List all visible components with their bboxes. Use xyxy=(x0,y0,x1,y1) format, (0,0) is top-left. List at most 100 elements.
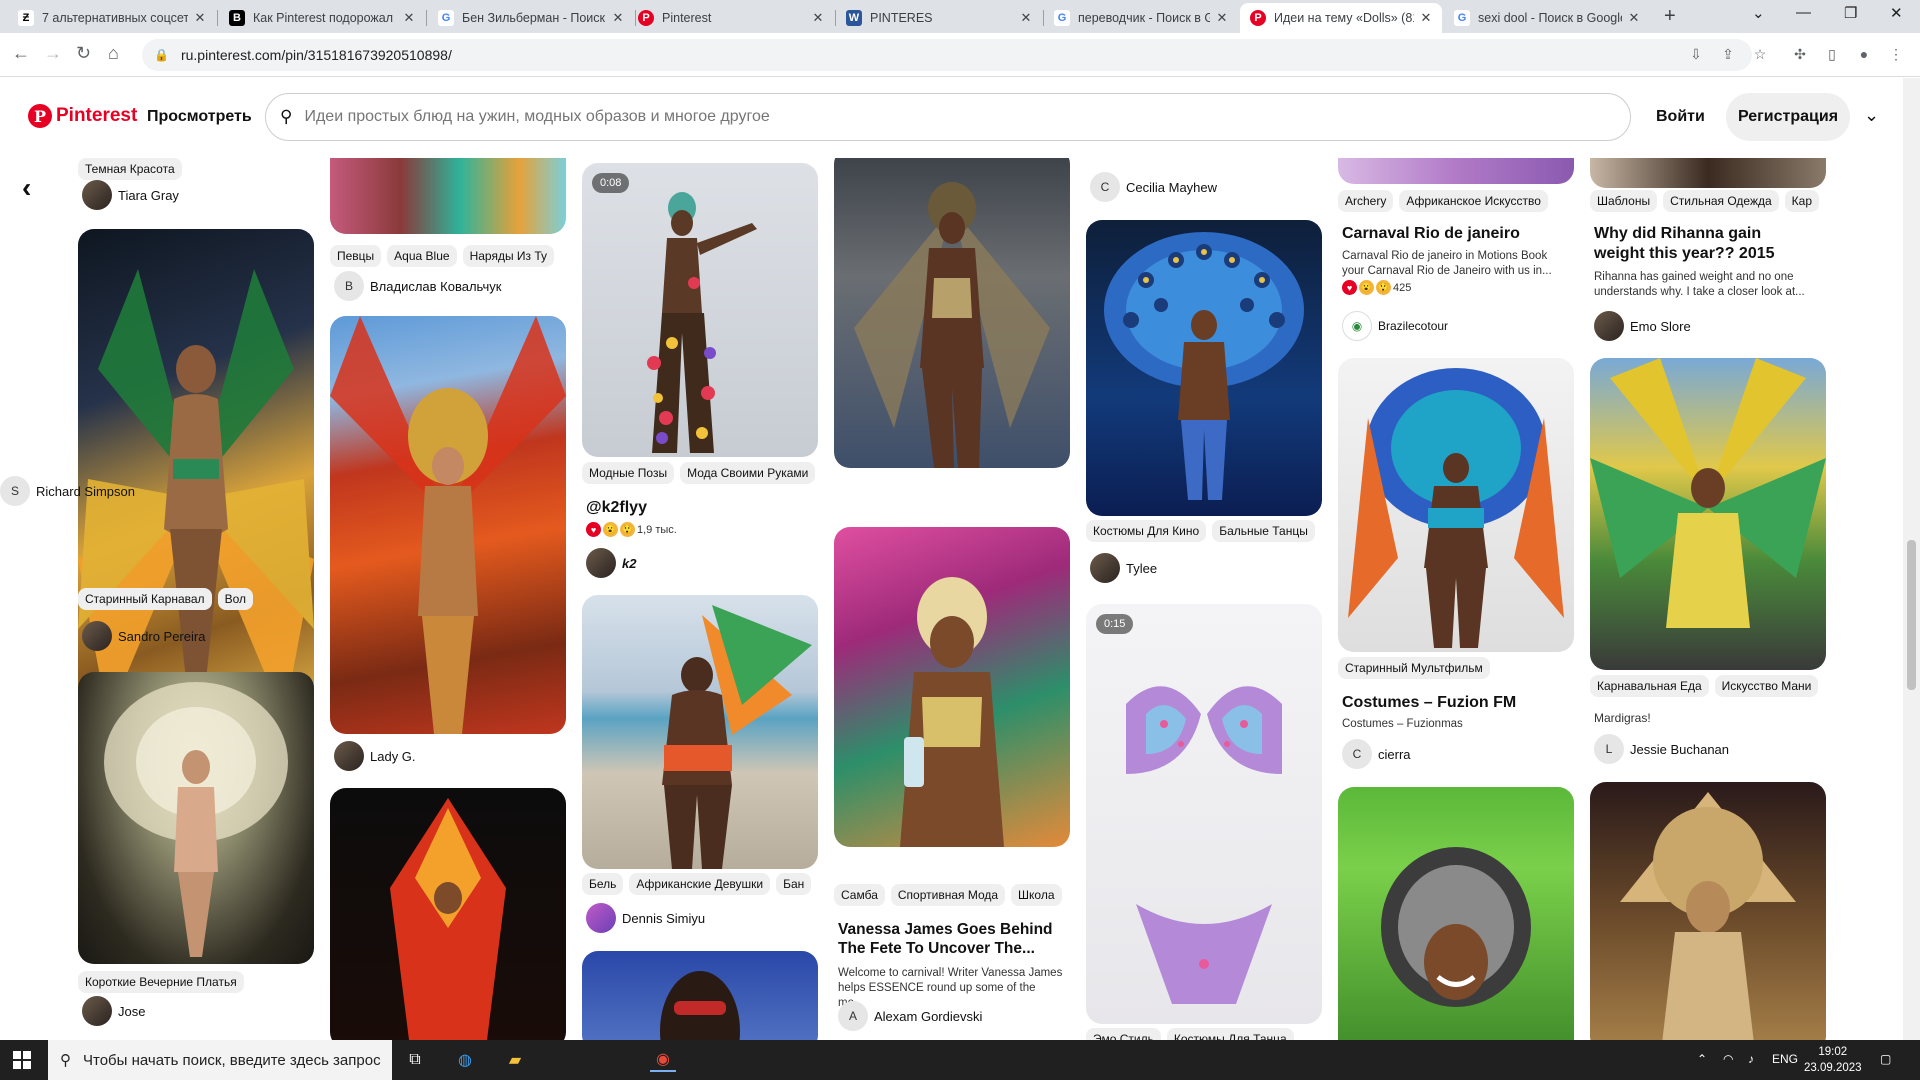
pin-image[interactable] xyxy=(834,158,1070,468)
window-close-icon[interactable]: ✕ xyxy=(1890,4,1903,22)
notification-icon[interactable]: ▢ xyxy=(1880,1052,1891,1066)
pin-author[interactable]: k2 xyxy=(586,548,636,578)
tag-chip[interactable]: Самба xyxy=(834,884,885,906)
reload-icon[interactable]: ↻ xyxy=(76,43,91,64)
browser-tab[interactable]: W PINTERES ✕ xyxy=(836,3,1042,33)
pin-image[interactable] xyxy=(1086,220,1322,516)
pin-image[interactable]: 0:08 xyxy=(582,163,818,457)
profile-avatar-icon[interactable]: ● xyxy=(1856,46,1872,62)
tag-chip[interactable]: Archery xyxy=(1338,190,1394,212)
scrollbar-thumb[interactable] xyxy=(1907,540,1916,690)
tab-search-chevron-icon[interactable]: ⌄ xyxy=(1752,4,1765,22)
taskbar-search-input[interactable]: ⚲ Чтобы начать поиск, введите здесь запр… xyxy=(48,1040,392,1080)
pin-title[interactable]: Why did Rihanna gain weight this year?? … xyxy=(1594,224,1814,264)
back-arrow-icon[interactable]: ← xyxy=(12,43,30,64)
tag-chip[interactable]: Наряды Из Ту xyxy=(462,245,555,267)
pin-image[interactable] xyxy=(1338,158,1574,184)
pin-image[interactable] xyxy=(582,951,818,1040)
pin-author[interactable]: C cierra xyxy=(1342,739,1411,769)
tag-chip[interactable]: Старинный Карнавал xyxy=(78,588,212,610)
pin-author[interactable]: Tylee xyxy=(1090,553,1157,583)
restore-icon[interactable]: ❐ xyxy=(1844,4,1857,22)
pin-image[interactable] xyxy=(1590,358,1826,670)
minimize-icon[interactable]: — xyxy=(1796,4,1811,21)
chrome-icon[interactable]: ◉ xyxy=(650,1048,676,1072)
home-icon[interactable]: ⌂ xyxy=(108,43,119,64)
tag-chip[interactable]: Стильная Одежда xyxy=(1663,190,1779,212)
browser-tab[interactable]: P Pinterest ✕ xyxy=(628,3,834,33)
tag-chip[interactable]: Спортивная Мода xyxy=(890,884,1006,906)
volume-icon[interactable]: ♪ xyxy=(1748,1052,1754,1066)
pin-author[interactable]: ◉ Brazilecotour xyxy=(1342,311,1448,341)
tag-chip[interactable]: Темная Красота xyxy=(78,158,182,180)
pin-author[interactable]: В Владислав Ковальчук xyxy=(334,271,501,301)
pin-author[interactable]: Tiara Gray xyxy=(82,180,179,210)
tag-chip[interactable]: Певцы xyxy=(330,245,382,267)
pin-author[interactable]: L Jessie Buchanan xyxy=(1594,734,1729,764)
lock-icon[interactable]: 🔒 xyxy=(154,48,169,62)
tag-chip[interactable]: Карнавальная Еда xyxy=(1590,675,1709,697)
bookmark-star-icon[interactable]: ☆ xyxy=(1752,46,1768,62)
browser-tab[interactable]: G переводчик - Поиск в Goo ✕ xyxy=(1044,3,1238,33)
pin-author[interactable]: A Alexam Gordievski xyxy=(838,1001,982,1031)
pin-title[interactable]: Costumes – Fuzion FM xyxy=(1342,693,1568,713)
tag-chip[interactable]: Шаблоны xyxy=(1590,190,1658,212)
forward-arrow-icon[interactable]: → xyxy=(44,43,62,64)
windows-start-icon[interactable] xyxy=(13,1051,31,1069)
pin-title[interactable]: Carnaval Rio de janeiro xyxy=(1342,224,1568,244)
close-icon[interactable]: ✕ xyxy=(810,10,826,26)
share-icon[interactable]: ⇪ xyxy=(1720,46,1736,62)
tray-chevron-up-icon[interactable]: ⌃ xyxy=(1697,1052,1707,1066)
pin-image[interactable] xyxy=(1590,782,1826,1040)
edge-icon[interactable]: ◍ xyxy=(452,1048,478,1072)
tag-chip[interactable]: Короткие Вечерние Платья xyxy=(78,971,244,993)
address-bar[interactable]: 🔒 ru.pinterest.com/pin/31518167392051089… xyxy=(142,39,1752,71)
search-input[interactable]: ⚲ Идеи простых блюд на ужин, модных обра… xyxy=(265,93,1631,141)
tag-chip[interactable]: Костюмы Для Кино xyxy=(1086,520,1207,542)
tag-chip[interactable]: Бель xyxy=(582,873,624,895)
close-icon[interactable]: ✕ xyxy=(1018,10,1034,26)
browse-link[interactable]: Просмотреть xyxy=(147,108,252,126)
tag-chip[interactable]: Мода Своими Руками xyxy=(680,462,816,484)
browser-tab[interactable]: G Бен Зильберман - Поиск в ✕ xyxy=(428,3,634,33)
pin-author[interactable]: Emo Slore xyxy=(1594,311,1691,341)
tag-chip[interactable]: Старинный Мультфильм xyxy=(1338,657,1490,679)
browser-tab[interactable]: G sexi dool - Поиск в Google ✕ xyxy=(1444,3,1650,33)
menu-dots-icon[interactable]: ⋮ xyxy=(1888,46,1904,62)
pin-image[interactable] xyxy=(78,672,314,964)
pin-author[interactable]: Lady G. xyxy=(334,741,416,771)
task-view-icon[interactable]: ⧉ xyxy=(402,1048,428,1072)
pin-image[interactable] xyxy=(1590,158,1826,188)
browser-tab[interactable]: B Как Pinterest подорожал в ✕ xyxy=(219,3,425,33)
tag-chip[interactable]: Aqua Blue xyxy=(387,245,457,267)
extensions-puzzle-icon[interactable]: ✣ xyxy=(1792,46,1808,62)
side-panel-icon[interactable]: ▯ xyxy=(1824,46,1840,62)
new-tab-button[interactable]: + xyxy=(1664,5,1676,28)
pin-title[interactable]: Vanessa James Goes Behind The Fete To Un… xyxy=(838,920,1064,959)
tag-chip[interactable]: Эмо Стиль xyxy=(1086,1028,1161,1040)
tag-chip[interactable]: Костюмы Для Танца xyxy=(1166,1028,1294,1040)
file-explorer-icon[interactable]: ▰ xyxy=(502,1048,528,1072)
pin-image[interactable]: 0:15 xyxy=(1086,604,1322,1024)
pin-image[interactable] xyxy=(1338,787,1574,1040)
pin-author[interactable]: Dennis Simiyu xyxy=(586,903,705,933)
tag-chip[interactable]: Африканское Искусство xyxy=(1399,190,1548,212)
browser-tab-active[interactable]: P Идеи на тему «Dolls» (81) ✕ xyxy=(1240,3,1442,33)
install-icon[interactable]: ⇩ xyxy=(1688,46,1704,62)
tag-chip[interactable]: Искусство Мани xyxy=(1714,675,1819,697)
tag-chip[interactable]: Африканские Девушки xyxy=(629,873,771,895)
pin-author[interactable]: S Richard Simpson xyxy=(0,476,135,506)
chevron-down-icon[interactable]: ⌄ xyxy=(1864,105,1879,126)
close-icon[interactable]: ✕ xyxy=(1418,10,1434,26)
close-icon[interactable]: ✕ xyxy=(610,10,626,26)
tag-chip[interactable]: Бан xyxy=(776,873,812,895)
close-icon[interactable]: ✕ xyxy=(1214,10,1230,26)
pin-image[interactable] xyxy=(330,788,566,1040)
page-scrollbar[interactable] xyxy=(1903,78,1920,1040)
pin-author[interactable]: Sandro Pereira xyxy=(82,621,205,651)
close-icon[interactable]: ✕ xyxy=(401,10,417,26)
pin-author[interactable]: C Cecilia Mayhew xyxy=(1090,172,1217,202)
login-button[interactable]: Войти xyxy=(1656,108,1705,126)
wifi-icon[interactable]: ◠ xyxy=(1723,1052,1733,1066)
tag-chip[interactable]: Вол xyxy=(217,588,253,610)
